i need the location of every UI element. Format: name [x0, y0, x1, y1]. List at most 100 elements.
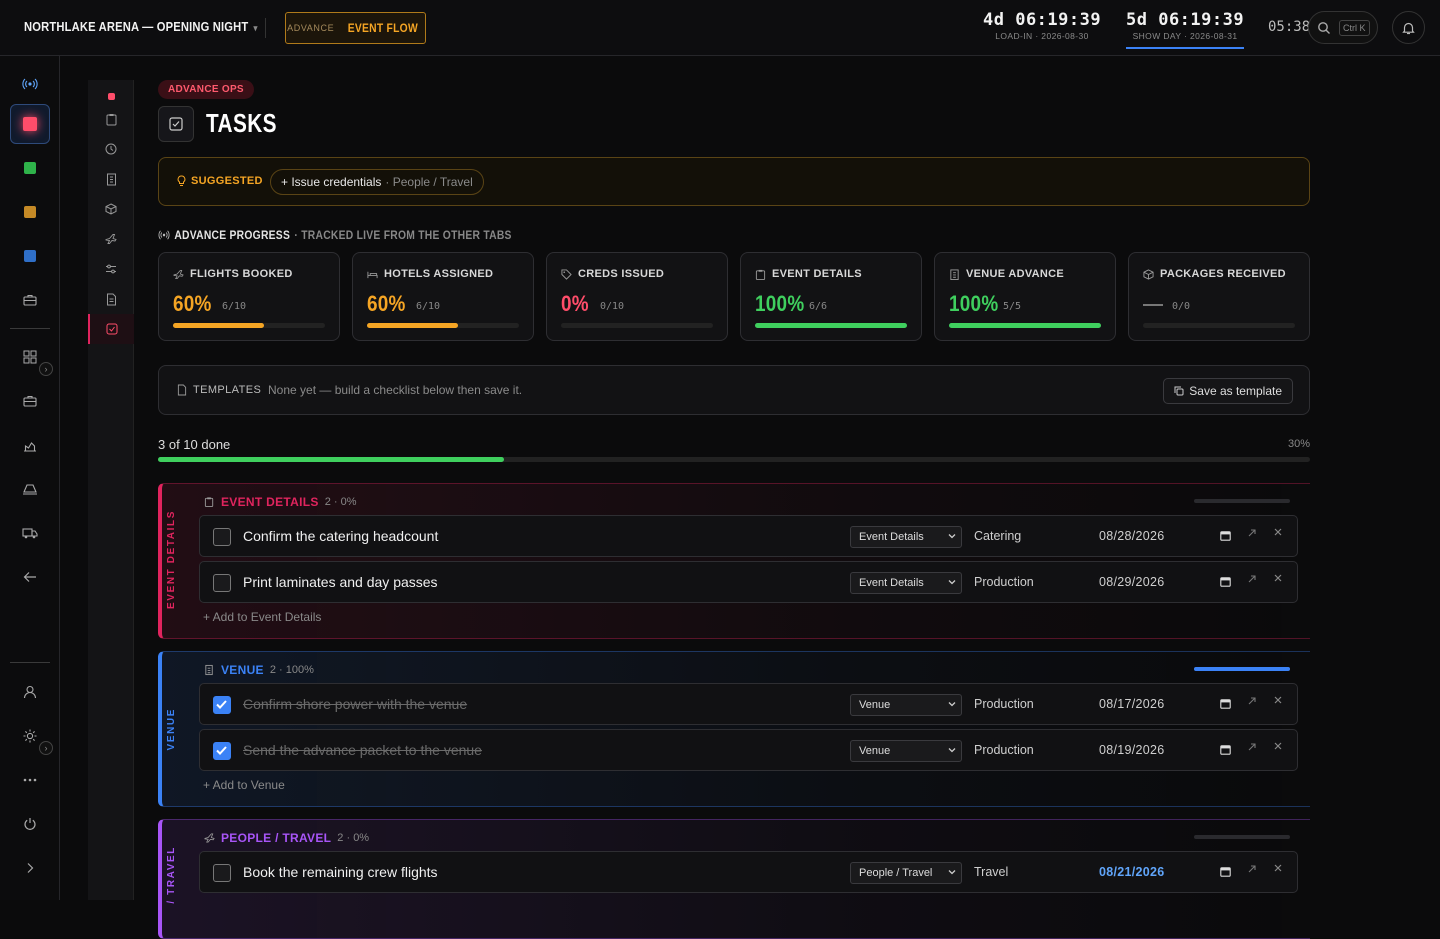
close-icon[interactable] — [1273, 573, 1283, 583]
add-task-link[interactable]: + Add to Venue — [203, 778, 285, 792]
rail-trucking[interactable] — [10, 513, 50, 553]
task-section-select[interactable]: Event Details — [850, 526, 962, 548]
progress-card-count: 5/5 — [1003, 301, 1022, 312]
notifications-button[interactable] — [1392, 11, 1425, 44]
section-header[interactable]: EVENT DETAILS 2 · 0% — [204, 495, 356, 509]
task-due-date[interactable]: 08/17/2026 — [1099, 697, 1165, 711]
suggestion-meta: · People / Travel — [385, 175, 473, 189]
rail-live[interactable] — [10, 64, 50, 104]
rail-power[interactable] — [10, 804, 50, 844]
close-icon[interactable] — [1273, 741, 1283, 751]
nav-settings[interactable] — [88, 254, 134, 284]
progress-card[interactable]: VENUE ADVANCE 100% 5/5 — [934, 252, 1116, 341]
task-category[interactable]: Production — [974, 575, 1034, 589]
task-row: Book the remaining crew flights People / … — [199, 851, 1298, 893]
expand-icon[interactable] — [1247, 696, 1257, 706]
expand-icon[interactable] — [1247, 528, 1257, 538]
section-progress-bar — [1194, 499, 1290, 503]
task-section-select[interactable]: Venue — [850, 694, 962, 716]
progress-card[interactable]: EVENT DETAILS 100% 6/6 — [740, 252, 922, 341]
close-icon[interactable] — [1273, 695, 1283, 705]
sliders-icon — [106, 264, 116, 274]
section-header[interactable]: VENUE 2 · 100% — [204, 663, 314, 677]
flow-name: EVENT FLOW — [347, 21, 419, 35]
task-due-date[interactable]: 08/21/2026 — [1099, 865, 1165, 879]
templates-label: TEMPLATES — [177, 384, 261, 396]
task-title[interactable]: Book the remaining crew flights — [243, 864, 438, 880]
check-icon — [216, 746, 227, 755]
search-button[interactable]: Ctrl K — [1308, 11, 1378, 44]
progress-card-bar — [949, 323, 1101, 328]
calendar-icon[interactable] — [1220, 698, 1231, 709]
nav-clipboard[interactable] — [88, 104, 134, 134]
save-template-button[interactable]: Save as template — [1163, 378, 1293, 404]
chevron-down-icon: ▾ — [253, 23, 258, 33]
section-header[interactable]: PEOPLE / TRAVEL 2 · 0% — [204, 831, 369, 845]
rail-stage[interactable] — [10, 469, 50, 509]
calendar-icon[interactable] — [1220, 744, 1231, 755]
progress-card-percent: 60% — [173, 291, 212, 316]
rail-expand[interactable] — [10, 848, 50, 888]
task-category[interactable]: Production — [974, 743, 1034, 757]
nav-schedule[interactable] — [88, 134, 134, 164]
expand-icon[interactable] — [1247, 574, 1257, 584]
progress-card[interactable]: FLIGHTS BOOKED 60% 6/10 — [158, 252, 340, 341]
task-title[interactable]: Confirm the catering headcount — [243, 528, 438, 544]
calendar-icon[interactable] — [1220, 530, 1231, 541]
nav-docs[interactable] — [88, 284, 134, 314]
task-due-date[interactable]: 08/29/2026 — [1099, 575, 1165, 589]
task-checkbox[interactable] — [213, 574, 231, 592]
suggested-label-text: SUGGESTED — [191, 175, 263, 187]
rail-project-amber[interactable] — [10, 192, 50, 232]
chevron-right-icon[interactable]: › — [39, 741, 53, 755]
nav-travel[interactable] — [88, 224, 134, 254]
task-title[interactable]: Print laminates and day passes — [243, 574, 438, 590]
task-checkbox[interactable] — [213, 696, 231, 714]
task-title[interactable]: Confirm shore power with the venue — [243, 696, 467, 712]
section-vertical-label: VENUE — [166, 708, 177, 751]
suggestion-text: + Issue credentials — [281, 175, 382, 189]
expand-icon[interactable] — [1247, 864, 1257, 874]
progress-card[interactable]: PACKAGES RECEIVED 0/0 — [1128, 252, 1310, 341]
task-section-select[interactable]: People / Travel — [850, 862, 962, 884]
task-due-date[interactable]: 08/19/2026 — [1099, 743, 1165, 757]
rail-back[interactable] — [10, 557, 50, 597]
expand-icon[interactable] — [1247, 742, 1257, 752]
close-icon[interactable] — [1273, 863, 1283, 873]
suggestion-chip[interactable]: + Issue credentials · People / Travel — [270, 169, 484, 195]
nav-tasks[interactable] — [88, 314, 134, 344]
close-icon[interactable] — [1273, 527, 1283, 537]
rail-reports[interactable] — [10, 425, 50, 465]
progress-card[interactable]: CREDS ISSUED 0% 0/10 — [546, 252, 728, 341]
task-category[interactable]: Catering — [974, 529, 1021, 543]
rail-project-green[interactable] — [10, 148, 50, 188]
task-section-select[interactable]: Venue — [850, 740, 962, 762]
search-icon — [1318, 22, 1330, 34]
countdown-show-day[interactable]: 5d 06:19:39 SHOW DAY · 2026-08-31 — [1126, 10, 1245, 49]
task-category[interactable]: Production — [974, 697, 1034, 711]
rail-cases[interactable] — [10, 381, 50, 421]
nav-packages[interactable] — [88, 194, 134, 224]
rail-more[interactable] — [10, 760, 50, 800]
countdown-load-in[interactable]: 4d 06:19:39 LOAD-IN · 2026-08-30 — [983, 10, 1101, 41]
rail-project-red[interactable] — [10, 104, 50, 144]
task-checkbox[interactable] — [213, 528, 231, 546]
project-switcher[interactable]: NORTHLAKE ARENA — OPENING NIGHT ▾ — [24, 19, 258, 34]
calendar-icon[interactable] — [1220, 866, 1231, 877]
countdown-value: 5d 06:19:39 — [1126, 10, 1245, 30]
task-section-select[interactable]: Event Details — [850, 572, 962, 594]
add-task-link[interactable]: + Add to Event Details — [203, 610, 321, 624]
progress-card[interactable]: HOTELS ASSIGNED 60% 6/10 — [352, 252, 534, 341]
task-category[interactable]: Travel — [974, 865, 1008, 879]
rail-project-blue[interactable] — [10, 236, 50, 276]
task-checkbox[interactable] — [213, 742, 231, 760]
task-checkbox[interactable] — [213, 864, 231, 882]
chevron-right-icon[interactable]: › — [39, 362, 53, 376]
task-title[interactable]: Send the advance packet to the venue — [243, 742, 482, 758]
calendar-icon[interactable] — [1220, 576, 1231, 587]
nav-venue[interactable] — [88, 164, 134, 194]
flow-switch-button[interactable]: ADVANCE EVENT FLOW — [285, 12, 426, 44]
rail-briefcase[interactable] — [10, 280, 50, 320]
task-due-date[interactable]: 08/28/2026 — [1099, 529, 1165, 543]
rail-profile[interactable] — [10, 672, 50, 712]
